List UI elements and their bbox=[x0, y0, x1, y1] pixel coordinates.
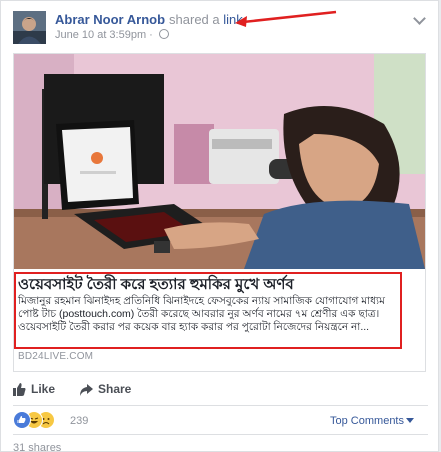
comment-sort-label: Top Comments bbox=[330, 415, 404, 427]
divider bbox=[13, 405, 428, 406]
link-domain: BD24LIVE.COM bbox=[18, 351, 94, 362]
like-label: Like bbox=[31, 382, 56, 396]
reactions-bar: 239 Top Comments bbox=[13, 411, 428, 433]
reaction-count[interactable]: 239 bbox=[70, 415, 88, 427]
post-header: Abrar Noor Arnob shared a link. bbox=[55, 12, 246, 28]
link-description[interactable]: মিজানুর রহমান ঝিনাইদহ প্রতিনিধি ঝিনাইদহে… bbox=[18, 295, 400, 334]
like-button[interactable]: Like bbox=[13, 382, 55, 396]
author-name[interactable]: Abrar Noor Arnob bbox=[55, 12, 165, 27]
comment-sort-dropdown[interactable]: Top Comments bbox=[330, 415, 414, 427]
share-label: Share bbox=[98, 382, 132, 396]
avatar[interactable] bbox=[13, 11, 46, 44]
divider bbox=[13, 434, 428, 435]
chevron-down-icon[interactable] bbox=[413, 12, 426, 25]
link-preview-image[interactable] bbox=[14, 54, 425, 269]
timestamp[interactable]: June 10 at 3:59pm bbox=[55, 29, 146, 41]
share-arrow-icon bbox=[80, 384, 93, 396]
caret-down-icon bbox=[406, 418, 414, 423]
annotation-arrow bbox=[235, 10, 337, 27]
shares-count[interactable]: 31 shares bbox=[13, 442, 61, 451]
share-button[interactable]: Share bbox=[80, 382, 131, 396]
post-actions: Like Share bbox=[13, 382, 428, 402]
like-reaction-icon[interactable] bbox=[13, 411, 31, 429]
post-card: Abrar Noor Arnob shared a link. June 10 a… bbox=[0, 0, 439, 452]
post-meta: June 10 at 3:59pm · bbox=[55, 29, 169, 41]
thumbs-up-icon bbox=[13, 383, 26, 396]
globe-icon bbox=[158, 29, 169, 39]
action-text: shared a bbox=[169, 12, 220, 27]
